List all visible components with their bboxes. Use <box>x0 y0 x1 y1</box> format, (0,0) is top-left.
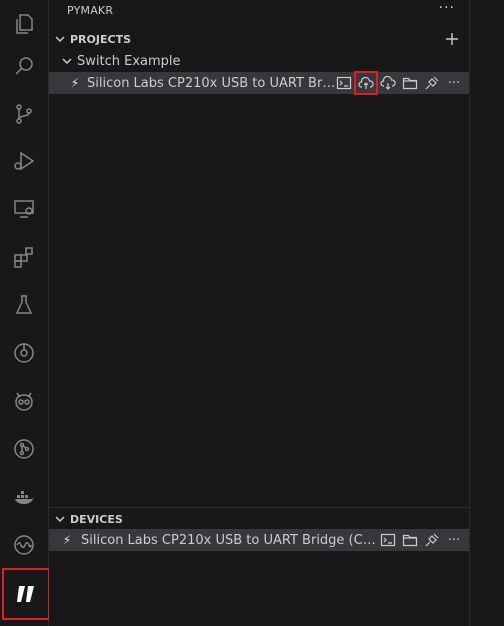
git-graph-icon[interactable] <box>0 425 48 473</box>
device-label: Silicon Labs CP210x USB to UART Bridge (… <box>87 75 337 91</box>
row-actions: ··· <box>379 529 463 551</box>
device-label: Silicon Labs CP210x USB to UART Bridge (… <box>81 532 381 548</box>
platformio-icon[interactable] <box>0 377 48 425</box>
projects-section-header[interactable]: PROJECTS <box>49 28 469 50</box>
lightning-icon: ⚡ <box>62 533 72 547</box>
terminal-icon[interactable] <box>335 74 353 92</box>
folder-icon[interactable] <box>401 74 419 92</box>
testing-icon[interactable] <box>0 281 48 329</box>
more-actions-icon[interactable]: ··· <box>445 76 463 91</box>
explorer-icon[interactable] <box>0 0 48 48</box>
project-item-switch-example[interactable]: Switch Example <box>49 50 469 72</box>
docker-icon[interactable] <box>0 473 48 521</box>
upload-cloud-icon[interactable] <box>354 71 378 95</box>
pymakr-icon[interactable] <box>2 568 50 620</box>
devices-section-header[interactable]: DEVICES <box>49 508 469 530</box>
device-row[interactable]: ⚡ Silicon Labs CP210x USB to UART Bridge… <box>49 529 469 551</box>
vscode-window: PYMAKR ··· PROJECTS Switch Example ⚡ Sil… <box>0 0 504 626</box>
chevron-down-icon <box>52 31 68 47</box>
project-label: Switch Example <box>77 53 181 69</box>
folder-icon[interactable] <box>401 531 419 549</box>
add-project-icon[interactable] <box>441 28 463 50</box>
activity-bar <box>0 0 50 626</box>
download-cloud-icon[interactable] <box>379 74 397 92</box>
search-icon[interactable] <box>0 42 48 90</box>
gitlens-icon[interactable] <box>0 329 48 377</box>
chevron-down-icon <box>52 511 68 527</box>
view-title: PYMAKR <box>67 4 114 17</box>
serial-monitor-icon[interactable] <box>0 521 48 569</box>
connect-plug-icon[interactable] <box>423 531 441 549</box>
run-debug-icon[interactable] <box>0 137 48 185</box>
remote-explorer-icon[interactable] <box>0 185 48 233</box>
row-actions: ··· <box>335 71 463 95</box>
project-device-row[interactable]: ⚡ Silicon Labs CP210x USB to UART Bridge… <box>49 71 469 95</box>
devices-header-label: DEVICES <box>70 512 123 526</box>
source-control-icon[interactable] <box>0 90 48 138</box>
view-more-actions-icon[interactable]: ··· <box>439 0 455 16</box>
more-actions-icon[interactable]: ··· <box>445 533 463 548</box>
extensions-icon[interactable] <box>0 233 48 281</box>
projects-header-label: PROJECTS <box>70 32 131 46</box>
terminal-icon[interactable] <box>379 531 397 549</box>
lightning-icon: ⚡ <box>70 76 80 90</box>
pymakr-sidebar: PYMAKR ··· PROJECTS Switch Example ⚡ Sil… <box>49 0 470 626</box>
connect-plug-icon[interactable] <box>423 74 441 92</box>
chevron-down-icon <box>59 53 75 69</box>
